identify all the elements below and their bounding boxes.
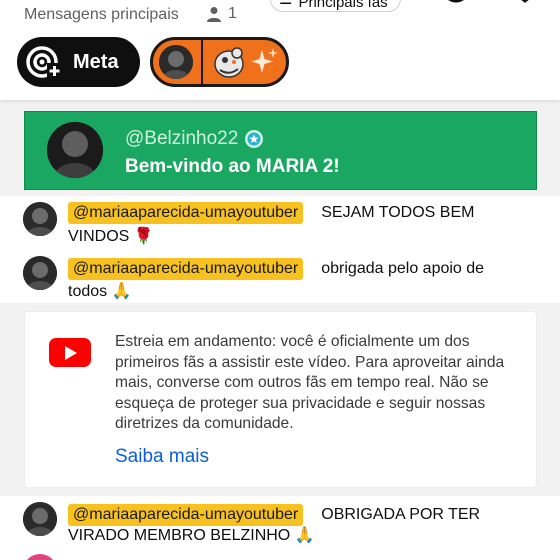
chat-mode-title[interactable]: Mensagens principais	[24, 6, 179, 24]
person-icon	[207, 7, 221, 22]
goal-target-icon	[26, 46, 62, 78]
viewer-count: 1	[205, 5, 237, 23]
live-chat-panel: Mensagens principais 1 ☰ Principais fãs	[0, 0, 560, 560]
chat-message: @mariaaparecida-umayoutuber obrigada pel…	[0, 250, 560, 303]
sort-dropdown-button[interactable]: ☰ Principais fãs	[270, 0, 401, 12]
learn-more-link[interactable]: Saiba mais	[115, 446, 209, 468]
sparkles-icon	[251, 48, 278, 73]
close-icon[interactable]	[512, 0, 538, 10]
premiere-info-text: Estreia em andamento: você é oficialment…	[115, 333, 505, 433]
message-text-line1: obrigada pelo apoio de	[321, 260, 485, 277]
welcome-message: Bem-vindo ao MARIA 2!	[125, 156, 340, 177]
author-avatar[interactable]	[23, 202, 57, 236]
viewer-count-value: 1	[228, 5, 237, 22]
message-text-line1: OBRIGADA POR TER	[321, 506, 481, 523]
message-text-line2: todos 🙏	[68, 283, 132, 300]
youtube-play-icon	[49, 338, 91, 367]
premiere-info-card: Estreia em andamento: você é oficialment…	[24, 311, 537, 488]
gear-icon[interactable]	[438, 0, 474, 12]
member-avatar	[159, 45, 193, 79]
chip-member-highlight[interactable]	[150, 37, 289, 87]
author-avatar[interactable]	[23, 502, 57, 536]
author-name[interactable]: @mariaaparecida-umayoutuber	[68, 504, 304, 526]
message-text-line2: VIRADO MEMBRO BELZINHO 🙏	[68, 527, 315, 544]
next-author-avatar[interactable]	[23, 554, 57, 560]
chip-meta-label: Meta	[73, 50, 119, 73]
sort-lines-icon: ☰	[279, 0, 292, 11]
chat-message: @mariaaparecida-umayoutuber OBRIGADA POR…	[0, 496, 560, 560]
welcome-avatar	[47, 122, 103, 178]
sort-label: Principais fãs	[298, 0, 388, 11]
chat-message: @mariaaparecida-umayoutuber SEJAM TODOS …	[0, 196, 560, 254]
chip-meta[interactable]: Meta	[17, 37, 140, 87]
welcome-handle: @Belzinho22	[125, 128, 264, 150]
mascot-sticker-icon	[214, 47, 244, 78]
message-text-line1: SEJAM TODOS BEM	[321, 204, 475, 221]
author-name[interactable]: @mariaaparecida-umayoutuber	[68, 258, 304, 280]
welcome-handle-text[interactable]: @Belzinho22	[125, 128, 238, 150]
author-avatar[interactable]	[23, 256, 57, 290]
chat-header: Mensagens principais 1 ☰ Principais fãs	[0, 0, 560, 100]
message-text-line2: VINDOS 🌹	[68, 228, 154, 245]
member-badge-icon	[245, 130, 264, 148]
member-welcome-banner: @Belzinho22 Bem-vindo ao MARIA 2!	[24, 111, 537, 190]
author-name[interactable]: @mariaaparecida-umayoutuber	[68, 202, 304, 224]
